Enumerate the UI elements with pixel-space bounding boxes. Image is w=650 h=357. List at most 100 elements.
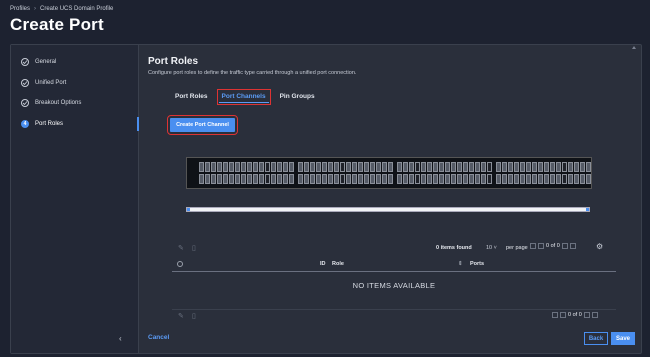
switch-port[interactable] bbox=[433, 174, 438, 184]
column-role[interactable]: Role bbox=[332, 261, 344, 267]
switch-port[interactable] bbox=[247, 162, 252, 172]
cancel-button[interactable]: Cancel bbox=[148, 334, 169, 341]
switch-port[interactable] bbox=[427, 174, 432, 184]
switch-port[interactable] bbox=[469, 174, 474, 184]
switch-port-diagram[interactable] bbox=[186, 157, 592, 189]
switch-port[interactable] bbox=[376, 174, 381, 184]
breadcrumb-create-domain-profile[interactable]: Create UCS Domain Profile bbox=[40, 6, 113, 12]
switch-port[interactable] bbox=[514, 174, 519, 184]
switch-port[interactable] bbox=[439, 162, 444, 172]
breadcrumb-profiles[interactable]: Profiles bbox=[10, 6, 30, 12]
per-page-select[interactable]: 10 ˅ bbox=[486, 245, 497, 251]
switch-port[interactable] bbox=[457, 162, 462, 172]
switch-port[interactable] bbox=[316, 174, 321, 184]
switch-port[interactable] bbox=[346, 174, 351, 184]
first-page-button[interactable] bbox=[530, 243, 536, 249]
select-all-checkbox[interactable] bbox=[177, 261, 183, 267]
switch-port[interactable] bbox=[265, 174, 270, 184]
switch-port[interactable] bbox=[304, 162, 309, 172]
switch-port[interactable] bbox=[277, 162, 282, 172]
switch-port[interactable] bbox=[532, 162, 537, 172]
switch-port[interactable] bbox=[253, 162, 258, 172]
slider-handle-left[interactable] bbox=[187, 208, 190, 211]
slider-handle-right[interactable] bbox=[586, 208, 589, 211]
switch-port[interactable] bbox=[463, 162, 468, 172]
switch-port[interactable] bbox=[475, 174, 480, 184]
switch-port[interactable] bbox=[370, 174, 375, 184]
switch-port[interactable] bbox=[316, 162, 321, 172]
switch-port[interactable] bbox=[421, 162, 426, 172]
switch-port[interactable] bbox=[217, 174, 222, 184]
switch-port[interactable] bbox=[370, 162, 375, 172]
switch-port[interactable] bbox=[508, 174, 513, 184]
next-page-button[interactable] bbox=[583, 312, 590, 318]
switch-port[interactable] bbox=[451, 174, 456, 184]
switch-port[interactable] bbox=[352, 174, 357, 184]
switch-port[interactable] bbox=[439, 174, 444, 184]
switch-port[interactable] bbox=[496, 174, 501, 184]
switch-port[interactable] bbox=[403, 162, 408, 172]
switch-port[interactable] bbox=[568, 162, 573, 172]
tab-port-channels[interactable]: Port Channels bbox=[216, 89, 271, 105]
switch-port[interactable] bbox=[364, 162, 369, 172]
switch-port[interactable] bbox=[211, 162, 216, 172]
switch-port[interactable] bbox=[502, 162, 507, 172]
prev-page-button[interactable] bbox=[560, 312, 566, 318]
switch-port[interactable] bbox=[340, 162, 345, 172]
step-general[interactable]: General bbox=[21, 55, 56, 69]
switch-port[interactable] bbox=[328, 174, 333, 184]
tab-port-roles[interactable]: Port Roles bbox=[172, 91, 211, 103]
switch-port[interactable] bbox=[409, 162, 414, 172]
switch-port[interactable] bbox=[580, 174, 585, 184]
column-resize-handle[interactable]: ⇕ bbox=[458, 261, 463, 267]
switch-port[interactable] bbox=[388, 174, 393, 184]
switch-port[interactable] bbox=[550, 174, 555, 184]
switch-port[interactable] bbox=[475, 162, 480, 172]
switch-port[interactable] bbox=[271, 162, 276, 172]
switch-port[interactable] bbox=[253, 174, 258, 184]
switch-port[interactable] bbox=[562, 162, 567, 172]
switch-port[interactable] bbox=[481, 174, 486, 184]
switch-port[interactable] bbox=[235, 174, 240, 184]
switch-port[interactable] bbox=[409, 174, 414, 184]
delete-icon[interactable]: ▯ bbox=[192, 312, 196, 320]
scroll-up-icon[interactable] bbox=[632, 46, 636, 49]
switch-port[interactable] bbox=[298, 174, 303, 184]
edit-icon[interactable]: ✎ bbox=[178, 312, 184, 320]
column-id[interactable]: ID bbox=[320, 261, 326, 267]
collapse-sidebar-icon[interactable]: ‹ bbox=[119, 334, 122, 343]
switch-port[interactable] bbox=[421, 174, 426, 184]
switch-port[interactable] bbox=[520, 174, 525, 184]
switch-port[interactable] bbox=[235, 162, 240, 172]
step-breakout-options[interactable]: Breakout Options bbox=[21, 96, 81, 110]
switch-port[interactable] bbox=[340, 174, 345, 184]
switch-port[interactable] bbox=[310, 162, 315, 172]
switch-port[interactable] bbox=[334, 162, 339, 172]
switch-port[interactable] bbox=[322, 174, 327, 184]
switch-port[interactable] bbox=[199, 174, 204, 184]
switch-port[interactable] bbox=[397, 174, 402, 184]
switch-port[interactable] bbox=[277, 174, 282, 184]
switch-port[interactable] bbox=[508, 162, 513, 172]
switch-port[interactable] bbox=[532, 174, 537, 184]
switch-port[interactable] bbox=[562, 174, 567, 184]
switch-port[interactable] bbox=[229, 174, 234, 184]
prev-page-button[interactable] bbox=[538, 243, 544, 249]
switch-port[interactable] bbox=[322, 162, 327, 172]
switch-port[interactable] bbox=[445, 162, 450, 172]
switch-port[interactable] bbox=[586, 162, 591, 172]
switch-port[interactable] bbox=[502, 174, 507, 184]
switch-port[interactable] bbox=[259, 174, 264, 184]
switch-port[interactable] bbox=[283, 174, 288, 184]
gear-icon[interactable]: ⚙ bbox=[596, 242, 603, 251]
switch-port[interactable] bbox=[205, 162, 210, 172]
switch-port[interactable] bbox=[298, 162, 303, 172]
switch-port[interactable] bbox=[433, 162, 438, 172]
switch-port[interactable] bbox=[289, 162, 294, 172]
column-ports[interactable]: Ports bbox=[470, 261, 484, 267]
switch-port[interactable] bbox=[574, 162, 579, 172]
delete-icon[interactable]: ▯ bbox=[192, 244, 196, 252]
switch-port[interactable] bbox=[265, 162, 270, 172]
switch-port[interactable] bbox=[556, 174, 561, 184]
step-unified-port[interactable]: Unified Port bbox=[21, 76, 66, 90]
